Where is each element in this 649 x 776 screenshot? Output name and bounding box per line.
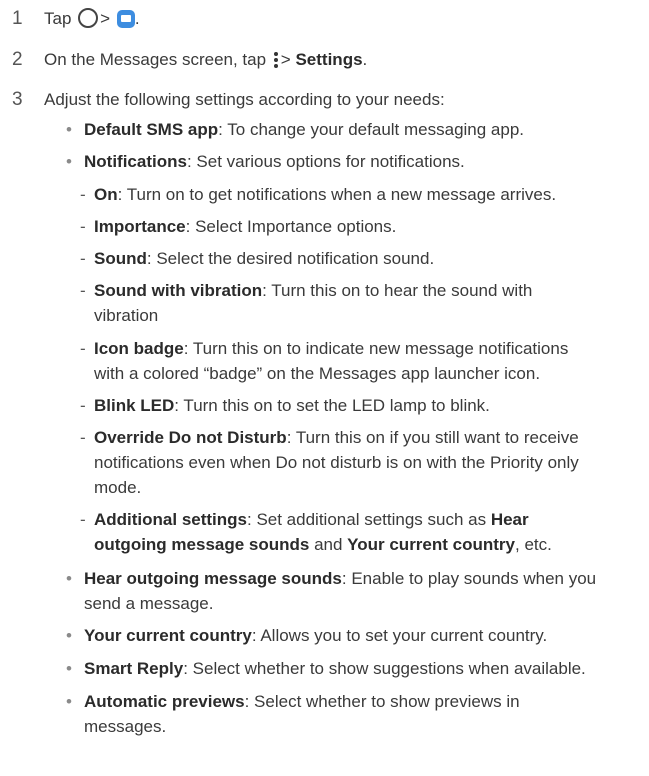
step-number: 1 (12, 8, 23, 29)
settings-label: Settings (295, 50, 363, 69)
step-text: Tap (44, 9, 72, 28)
step-text: On the Messages screen, tap (44, 50, 267, 69)
home-circle-icon (78, 8, 99, 28)
step-number: 3 (12, 89, 23, 110)
messages-app-icon (116, 10, 135, 28)
step-number: 2 (12, 49, 23, 70)
step-text: Adjust the following settings according … (44, 90, 445, 109)
more-options-icon (273, 51, 278, 69)
